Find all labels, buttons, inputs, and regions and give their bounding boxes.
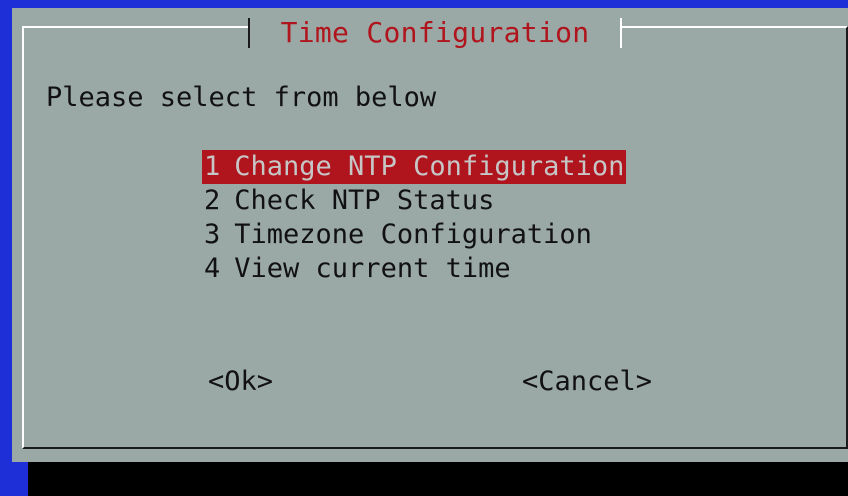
menu-item-key: 2 xyxy=(204,185,221,216)
menu-item-view-current-time[interactable]: 4 View current time xyxy=(202,252,626,286)
menu-item-label: Timezone Configuration xyxy=(234,219,592,250)
time-configuration-dialog: Time Configuration Please select from be… xyxy=(12,8,848,462)
menu-item-highlight: 1 Change NTP Configuration xyxy=(202,150,627,184)
menu-item-key: 4 xyxy=(204,253,221,284)
menu-list: 1 Change NTP Configuration 2 Check NTP Sta… xyxy=(202,150,627,286)
cancel-button[interactable]: <Cancel> xyxy=(522,366,652,397)
menu-item-timezone-configuration[interactable]: 3 Timezone Configuration xyxy=(202,218,626,252)
menu-item-label: View current time xyxy=(234,253,511,284)
dialog-shadow xyxy=(28,462,848,496)
dialog-title-bar: Time Configuration xyxy=(248,12,622,52)
title-divider-left xyxy=(248,18,250,48)
menu-item-key: 1 xyxy=(204,151,221,182)
menu-prompt: Please select from below xyxy=(46,82,437,113)
title-divider-right xyxy=(620,18,622,48)
menu-item-key: 3 xyxy=(204,219,221,250)
menu-item-change-ntp[interactable]: 1 Change NTP Configuration xyxy=(202,150,627,184)
dialog-title: Time Configuration xyxy=(280,15,590,49)
menu-item-label: Check NTP Status xyxy=(234,185,495,216)
menu-item-label: Change NTP Configuration xyxy=(234,151,625,182)
menu-item-check-ntp-status[interactable]: 2 Check NTP Status xyxy=(202,184,626,218)
ok-button[interactable]: <Ok> xyxy=(208,366,273,397)
